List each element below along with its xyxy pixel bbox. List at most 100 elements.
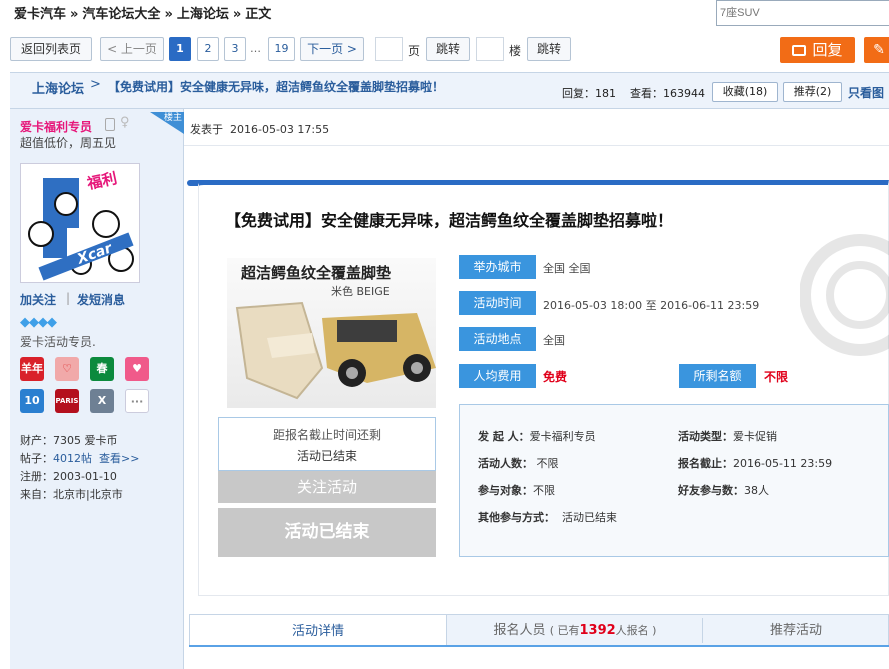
next-page-button[interactable]: 下一页 > (300, 37, 364, 61)
time-value: 2016-05-03 18:00 至 2016-06-11 23:59 (543, 299, 760, 312)
view-posts-link[interactable]: 查看>> (99, 452, 139, 465)
page-1-button[interactable]: 1 (169, 37, 191, 61)
only-op-images-link[interactable]: 只看图 (848, 84, 884, 101)
wealth-value: 7305 爱卡币 (53, 434, 118, 447)
views-count: 163944 (663, 87, 705, 100)
medal-10-year-icon[interactable]: 10 (20, 389, 44, 413)
posts-label: 帖子： (20, 452, 53, 465)
reply-label: 回复 (812, 41, 843, 59)
medal-heart-icon[interactable]: ♥ (125, 357, 149, 381)
reply-button[interactable]: 回复 (780, 37, 855, 63)
tab-details[interactable]: 活动详情 (189, 614, 447, 647)
deadline-label: 距报名截止时间还剩 (272, 428, 381, 442)
page-2-button[interactable]: 2 (197, 37, 219, 61)
people-row: 活动人数： 不限 (478, 455, 559, 471)
user-location: 来自：北京市|北京市 (20, 486, 123, 502)
type-value: 爱卡促销 (733, 430, 777, 443)
tab-underline (189, 645, 889, 647)
edit-button[interactable]: ✎ (864, 37, 889, 63)
place-label: 活动地点 (459, 327, 536, 351)
page-last-button[interactable]: 19 (268, 37, 295, 61)
breadcrumb-current: 正文 (245, 7, 272, 22)
diamond-rank-icon: ◆◆◆◆ (20, 315, 57, 330)
page-number-input[interactable] (375, 37, 403, 61)
avatar[interactable]: 福利 Xcar (20, 163, 140, 283)
user-wealth: 财产：7305 爱卡币 (20, 432, 118, 448)
medal-goat-year-icon[interactable]: 羊年 (20, 357, 44, 381)
sponsor-label: 发 起 人： (478, 430, 530, 443)
medal-spring-icon[interactable]: 春 (90, 357, 114, 381)
activity-ended-button[interactable]: 活动已结束 (218, 508, 436, 557)
other-row: 其他参与方式： 活动已结束 (478, 509, 617, 525)
post-time-label: 发表于 (190, 123, 223, 136)
follow-activity-button[interactable]: 关注活动 (218, 471, 436, 503)
recommend-button[interactable]: 推荐(2) (783, 82, 842, 102)
target-value: 不限 (533, 484, 555, 497)
op-badge-text: 楼主 (164, 113, 183, 123)
post-time: 发表于 2016-05-03 17:55 (190, 121, 329, 137)
replies-label: 回复： (562, 87, 595, 100)
back-to-list-button[interactable]: 返回列表页 (10, 37, 92, 61)
medal-heart-outline-icon[interactable]: ♡ (55, 357, 79, 381)
tab-recommend[interactable]: 推荐活动 (703, 614, 889, 647)
tab-members[interactable]: 报名人员 ( 已有1392人报名 ) (447, 614, 703, 647)
other-label: 其他参与方式： (478, 511, 555, 524)
city-label: 举办城市 (459, 255, 536, 279)
medal-x-icon[interactable]: X (90, 389, 114, 413)
send-message-link[interactable]: 发短消息 (77, 291, 125, 308)
friends-value: 38人 (744, 484, 769, 497)
breadcrumb-forums[interactable]: 汽车论坛大全 (82, 7, 160, 22)
fee-label: 人均费用 (459, 364, 536, 388)
thread-title: 【免费试用】安全健康无异味，超洁鳄鱼纹全覆盖脚垫招募啦！ (108, 80, 445, 94)
floor-unit-label: 楼 (509, 44, 522, 58)
jump-floor-button[interactable]: 跳转 (527, 37, 571, 61)
breadcrumb-xcar[interactable]: 爱卡汽车 (14, 7, 66, 22)
type-label: 活动类型： (678, 430, 733, 443)
watermark-stamp (800, 234, 889, 356)
place-value: 全国 (543, 334, 565, 347)
prev-page-button[interactable]: < 上一页 (100, 37, 164, 61)
replies-count: 181 (595, 87, 616, 100)
reg-date: 2003-01-10 (53, 470, 117, 483)
phone-icon (105, 118, 115, 131)
user-group: 爱卡活动专员. (20, 335, 96, 349)
product-image[interactable]: 超洁鳄鱼纹全覆盖脚垫 米色 BEIGE (227, 258, 436, 408)
quota-value: 不限 (764, 370, 789, 384)
pencil-icon: ✎ (873, 42, 885, 58)
breadcrumb-sep: » (70, 7, 79, 22)
members-close: 人报名 ) (615, 624, 657, 637)
posts-count-link[interactable]: 4012帖 (53, 452, 92, 465)
deadline-value: 活动已结束 (296, 449, 357, 463)
more-medals-icon[interactable]: ··· (125, 389, 149, 413)
target-row: 参与对象：不限 (478, 482, 555, 498)
jump-page-button[interactable]: 跳转 (426, 37, 470, 61)
medal-paris-icon[interactable]: PARIS (55, 389, 79, 413)
page-unit-label: 页 (408, 44, 421, 58)
user-name[interactable]: 爱卡福利专员 (20, 118, 92, 135)
other-value: 活动已结束 (562, 511, 617, 524)
follow-user-link[interactable]: 加关注 (20, 291, 56, 308)
page-3-button[interactable]: 3 (224, 37, 246, 61)
activity-details (459, 404, 889, 557)
floor-number-input[interactable] (476, 37, 504, 61)
favorite-button[interactable]: 收藏(18) (712, 82, 778, 102)
thread-stats: 回复：181 查看：163944 (562, 85, 705, 101)
forum-link[interactable]: 上海论坛 (32, 78, 84, 97)
user-posts: 帖子：4012帖 查看>> (20, 450, 139, 466)
sponsor-value[interactable]: 爱卡福利专员 (530, 430, 596, 443)
search-input[interactable] (716, 0, 889, 26)
divider (184, 145, 889, 146)
floor-mat-illustration (235, 301, 436, 400)
breadcrumb-shanghai[interactable]: 上海论坛 (177, 7, 229, 22)
speech-bubble-icon (792, 45, 807, 56)
user-registered: 注册：2003-01-10 (20, 468, 117, 484)
wealth-label: 财产： (20, 434, 53, 447)
divider: | (66, 291, 71, 305)
female-icon: ♀ (120, 115, 130, 130)
page-ellipsis: … (250, 42, 261, 55)
views-label: 查看： (630, 87, 663, 100)
breadcrumb-sep: » (232, 7, 242, 22)
city-value: 全国 全国 (543, 262, 591, 275)
quota-label: 所剩名额 (679, 364, 756, 388)
activity-title: 【免费试用】安全健康无异味，超洁鳄鱼纹全覆盖脚垫招募啦！ (225, 211, 674, 230)
